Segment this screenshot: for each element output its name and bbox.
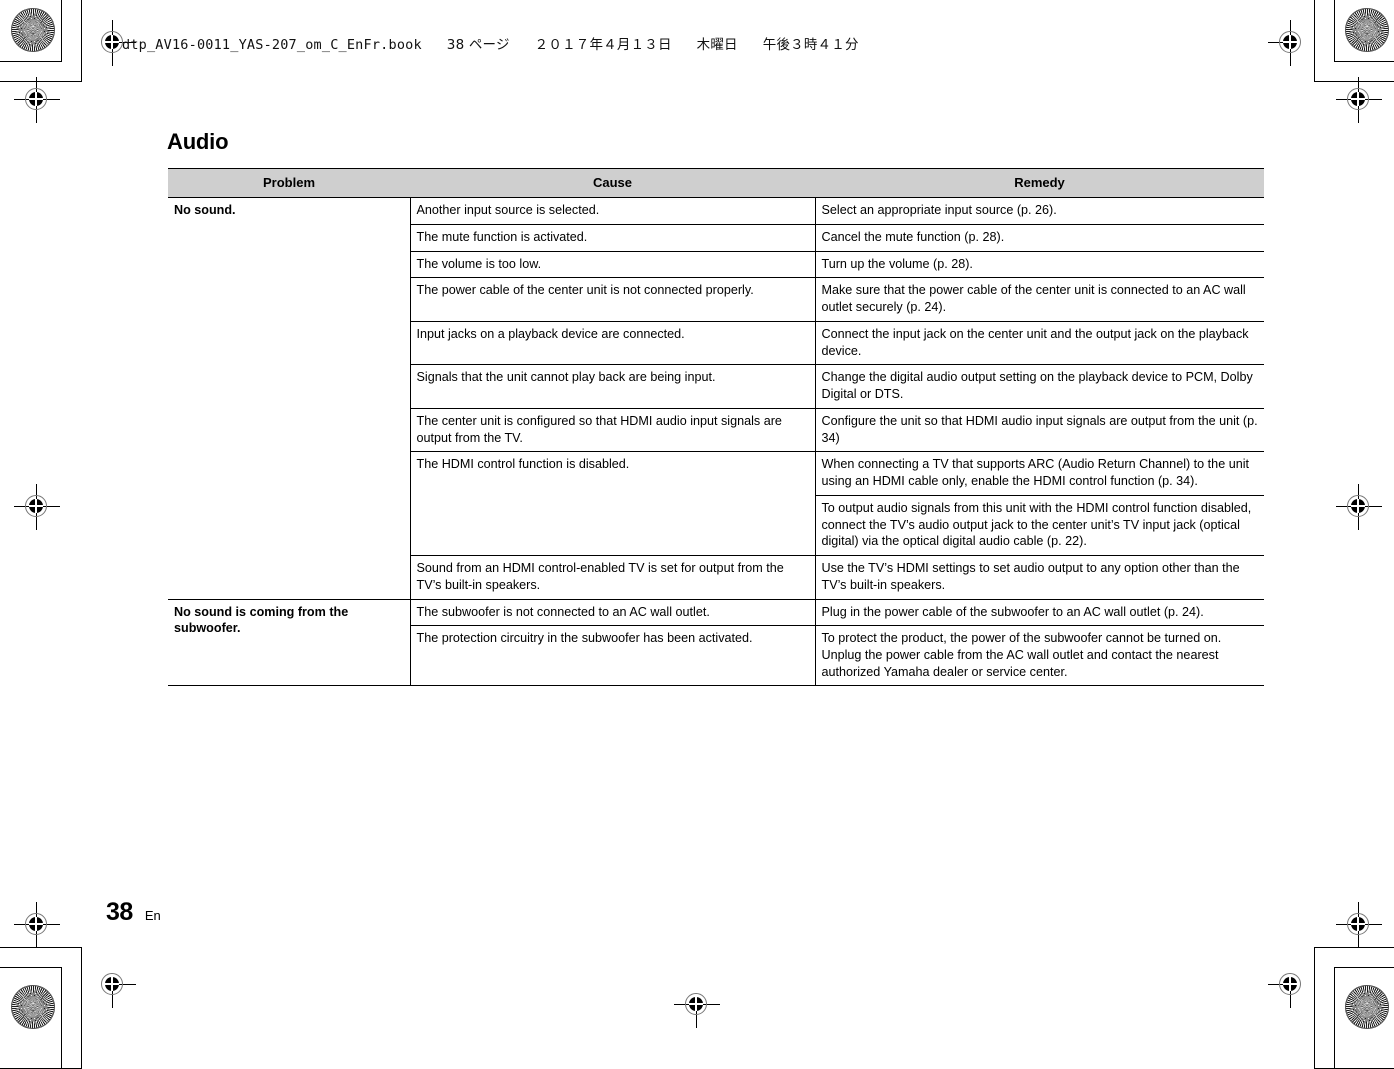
registration-mark-bottom-center: [674, 982, 720, 1028]
registration-mark-bottom-right: [1268, 962, 1314, 1008]
print-header-date: ２０１７年４月１３日: [534, 37, 672, 53]
cause-cell: The protection circuitry in the subwoofe…: [410, 625, 816, 687]
column-header-cause: Cause: [410, 167, 815, 199]
remedy-cell: Plug in the power cable of the subwoofer…: [815, 598, 1264, 627]
print-header-page-marker: 38 ページ: [446, 37, 510, 53]
print-header-weekday: 木曜日: [696, 37, 738, 53]
print-header-time: 午後３時４１分: [762, 37, 859, 53]
registration-mark-lower-right: [1336, 902, 1382, 948]
cause-cell: The volume is too low.: [410, 250, 816, 279]
cause-cell: The center unit is configured so that HD…: [410, 407, 816, 453]
remedy-cell: Use the TV’s HDMI settings to set audio …: [815, 555, 1264, 600]
starburst-target-top-right: [1345, 8, 1389, 52]
remedy-cell: To output audio signals from this unit w…: [815, 494, 1264, 557]
table-row: No sound. Another input source is select…: [168, 197, 1264, 599]
remedy-cell: Make sure that the power cable of the ce…: [815, 277, 1264, 322]
table-header-row: Problem Cause Remedy: [168, 167, 1264, 199]
remedy-cell: Cancel the mute function (p. 28).: [815, 224, 1264, 252]
print-header: dtp_AV16-0011_YAS-207_om_C_EnFr.book 38 …: [122, 33, 859, 53]
registration-mark-lower-left: [14, 902, 60, 948]
page-footer: 38 En: [106, 898, 161, 927]
registration-mark-upper-right: [1336, 77, 1382, 123]
troubleshooting-table: Problem Cause Remedy No sound. Another i…: [168, 167, 1264, 687]
problem-cell: No sound is coming from the subwoofer.: [168, 598, 411, 687]
problem-cell: No sound.: [168, 197, 411, 599]
registration-mark-upper-left: [14, 77, 60, 123]
remedy-cell: Select an appropriate input source (p. 2…: [815, 197, 1264, 226]
remedy-cell: Configure the unit so that HDMI audio in…: [815, 407, 1264, 453]
print-header-filename: dtp_AV16-0011_YAS-207_om_C_EnFr.book: [122, 37, 422, 53]
cause-cell: Signals that the unit cannot play back a…: [410, 364, 816, 409]
registration-mark-bottom-left: [90, 962, 136, 1008]
cause-cell: The HDMI control function is disabled.: [410, 451, 816, 556]
registration-mark-mid-left: [14, 484, 60, 530]
cause-cell: Sound from an HDMI control-enabled TV is…: [410, 555, 816, 600]
cause-cell: The subwoofer is not connected to an AC …: [410, 598, 816, 627]
column-header-problem: Problem: [168, 167, 410, 199]
starburst-target-bottom-right: [1345, 985, 1389, 1029]
page-number: 38: [106, 898, 133, 926]
cause-cell: The mute function is activated.: [410, 224, 816, 252]
table-row: No sound is coming from the subwoofer. T…: [168, 598, 1264, 687]
page-title: Audio: [167, 129, 229, 154]
cause-cell: The power cable of the center unit is no…: [410, 277, 816, 322]
remedy-cell: Change the digital audio output setting …: [815, 364, 1264, 409]
starburst-target-top-left: [11, 8, 55, 52]
language-code: En: [144, 908, 161, 923]
starburst-target-bottom-left: [11, 985, 55, 1029]
remedy-cell: To protect the product, the power of the…: [815, 625, 1264, 687]
cause-cell: Another input source is selected.: [410, 197, 816, 226]
cause-cell: Input jacks on a playback device are con…: [410, 320, 816, 366]
registration-mark-mid-right: [1336, 484, 1382, 530]
registration-mark-top-right: [1268, 20, 1314, 66]
remedy-cell: Connect the input jack on the center uni…: [815, 320, 1264, 366]
remedy-cell: When connecting a TV that supports ARC (…: [815, 451, 1264, 496]
remedy-cell: Turn up the volume (p. 28).: [815, 250, 1264, 279]
column-header-remedy: Remedy: [815, 167, 1264, 199]
